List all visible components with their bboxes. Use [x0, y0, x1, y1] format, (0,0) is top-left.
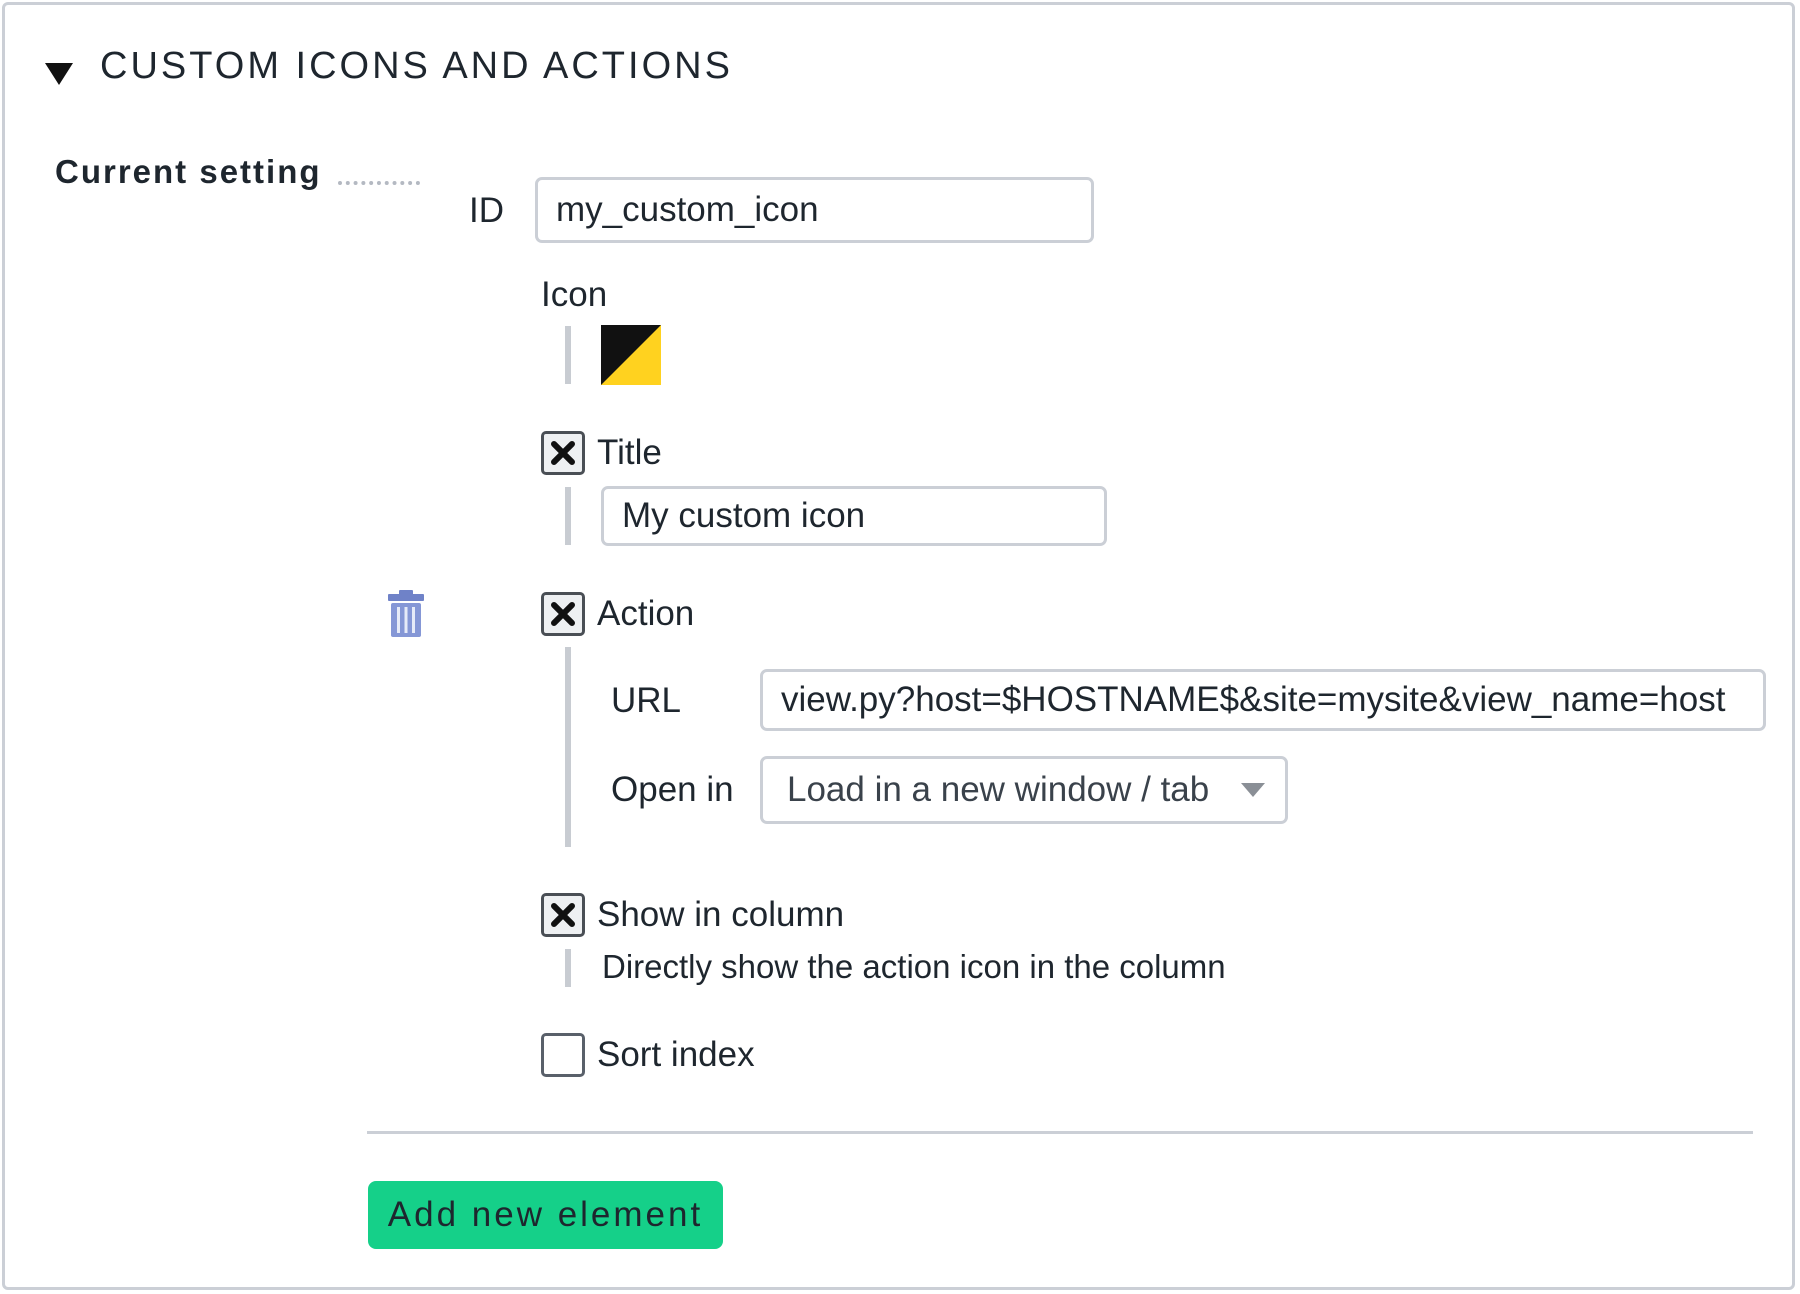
section-title[interactable]: CUSTOM ICONS AND ACTIONS — [100, 45, 733, 88]
dropdown-arrow-icon — [1241, 783, 1265, 797]
title-indent-bar — [565, 487, 571, 545]
triangle-down-icon[interactable] — [45, 63, 73, 85]
open-in-label: Open in — [611, 770, 734, 809]
divider — [367, 1131, 1753, 1134]
action-checkbox[interactable] — [541, 592, 585, 636]
show-in-column-checkbox[interactable] — [541, 893, 585, 937]
current-setting-label: Current setting — [55, 153, 322, 190]
icon-label: Icon — [541, 275, 608, 314]
dotted-leader — [338, 177, 420, 185]
url-input[interactable]: view.py?host=$HOSTNAME$&site=mysite&view… — [760, 669, 1766, 731]
custom-icon-black-yellow-diagonal-icon[interactable] — [601, 325, 661, 385]
show-in-column-description: Directly show the action icon in the col… — [602, 948, 1226, 985]
sort-index-label: Sort index — [597, 1035, 755, 1074]
url-label: URL — [611, 681, 682, 720]
open-in-select-value: Load in a new window / tab — [787, 770, 1210, 809]
icon-indent-bar — [565, 326, 571, 384]
show-in-column-label: Show in column — [597, 895, 845, 934]
trash-icon[interactable] — [387, 590, 425, 638]
sort-index-checkbox[interactable] — [541, 1033, 585, 1077]
show-in-column-indent-bar — [565, 949, 571, 987]
action-indent-bar — [565, 647, 571, 847]
id-input[interactable]: my_custom_icon — [535, 177, 1094, 243]
checkmark-x-icon — [551, 903, 575, 927]
add-new-element-button[interactable]: Add new element — [368, 1181, 723, 1249]
title-input[interactable]: My custom icon — [601, 486, 1107, 546]
id-label: ID — [469, 191, 504, 230]
open-in-select[interactable]: Load in a new window / tab — [760, 756, 1288, 824]
custom-icons-panel: CUSTOM ICONS AND ACTIONS Current setting… — [2, 2, 1795, 1290]
checkmark-x-icon — [551, 602, 575, 626]
title-label: Title — [597, 433, 662, 472]
checkmark-x-icon — [551, 441, 575, 465]
action-label: Action — [597, 594, 695, 633]
title-checkbox[interactable] — [541, 431, 585, 475]
